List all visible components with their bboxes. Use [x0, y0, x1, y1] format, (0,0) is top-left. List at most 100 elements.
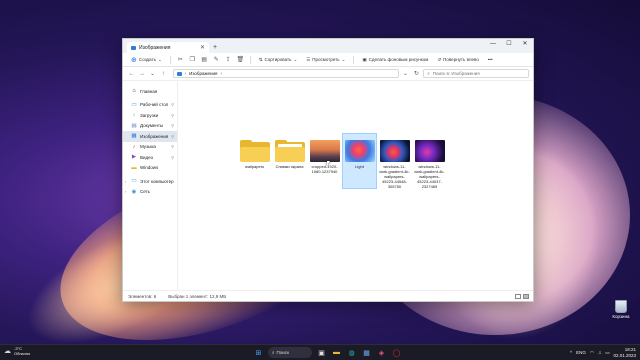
folder-icon — [274, 140, 305, 162]
view-toggle — [515, 294, 529, 299]
paste-icon[interactable]: ▤ — [200, 56, 209, 63]
new-tab-button[interactable]: + — [209, 42, 221, 53]
sidebar-item-pictures[interactable]: ▦ Изображения ⚲ — [123, 131, 177, 142]
folder-icon — [131, 45, 136, 50]
search-icon: ⌕ — [427, 71, 430, 76]
more-button[interactable]: ••• — [485, 55, 496, 65]
recent-chevron-icon[interactable]: ⌄ — [148, 70, 157, 77]
close-tab-icon[interactable]: ✕ — [200, 44, 205, 51]
sidebar-item-label: Видео — [140, 154, 154, 160]
sidebar-item-desktop[interactable]: ▭ Рабочий стол ⚲ — [123, 100, 177, 111]
taskbar-search[interactable]: ⌕ Поиск — [268, 347, 312, 358]
download-icon: ↓ — [132, 112, 136, 119]
tab-pictures[interactable]: Изображения ✕ — [127, 42, 209, 53]
language-indicator[interactable]: ENG — [576, 350, 586, 355]
forward-arrow-icon[interactable]: → — [138, 71, 147, 77]
file-item-image[interactable]: windows-11-dark-gradient-4k-wallpapers-4… — [378, 134, 411, 189]
dropdown-chevron-icon[interactable]: ⌄ — [401, 70, 410, 77]
sidebar-item-music[interactable]: ♪ Музыка ⚲ — [123, 142, 177, 153]
breadcrumb[interactable]: Изображения — [189, 71, 217, 76]
image-thumbnail — [379, 140, 410, 162]
tiles-view-icon[interactable] — [523, 294, 529, 299]
pictures-icon: ▦ — [131, 133, 137, 140]
start-icon[interactable]: ⊞ — [253, 347, 264, 358]
sidebar-item-label: Документы — [140, 123, 164, 129]
photos-icon[interactable]: ◈ — [376, 347, 387, 358]
file-item-folder[interactable]: Снимки экрана — [273, 134, 306, 188]
sidebar-item-label: Рабочий стол — [140, 102, 169, 108]
rotate-left-icon: ↺ — [437, 56, 442, 62]
recycle-bin-desktop-icon[interactable]: Корзина — [608, 300, 634, 319]
sidebar-item-label: Загрузки — [140, 112, 159, 118]
expand-chevron-icon[interactable]: › — [125, 189, 126, 194]
view-button[interactable]: ☰ Просмотреть ⌄ — [303, 55, 348, 65]
rename-icon[interactable]: ✎ — [212, 56, 221, 63]
close-button[interactable]: ✕ — [517, 39, 533, 50]
set-background-button[interactable]: ▣ Сделать фоновым рисунком — [359, 55, 431, 65]
store-icon[interactable]: ▦ — [361, 347, 372, 358]
sidebar-item-label: Этот компьютер — [140, 178, 174, 184]
weather-condition: Облачно — [14, 351, 31, 356]
file-item-image[interactable]: cropped-1920-1080-1237940 — [308, 134, 341, 188]
sidebar-item-label: Музыка — [140, 144, 156, 150]
pictures-icon — [176, 71, 182, 76]
expand-chevron-icon[interactable]: › — [125, 179, 126, 184]
sidebar-item-label: Сеть — [140, 189, 151, 195]
sidebar-item-video[interactable]: ▶ Видео ⚲ — [123, 152, 177, 163]
chevron-right-icon: › — [184, 70, 187, 77]
sidebar-item-downloads[interactable]: ↓ Загрузки ⚲ — [123, 110, 177, 121]
system-tray: ^ ENG ◠ ♫ ▭ 18:21 02.01.2023 — [570, 347, 636, 358]
minimize-button[interactable]: — — [485, 39, 501, 50]
volume-icon[interactable]: ♫ — [598, 350, 601, 355]
desktop-icon: ▭ — [131, 101, 137, 108]
explorer-icon[interactable]: ▬ — [331, 347, 342, 358]
wifi-icon[interactable]: ◠ — [590, 350, 594, 356]
sidebar-item-windows[interactable]: ▬ Windows — [123, 163, 177, 174]
folder-icon — [239, 140, 270, 162]
sidebar-item-label: Windows — [140, 165, 159, 171]
opera-icon[interactable]: ◯ — [391, 347, 402, 358]
refresh-icon[interactable]: ↻ — [412, 70, 422, 77]
edge-icon[interactable]: ◍ — [346, 347, 357, 358]
create-button[interactable]: ⊕ Создать ⌄ — [128, 55, 165, 65]
pin-icon: ⚲ — [171, 102, 174, 108]
pin-icon: ⚲ — [171, 133, 174, 139]
search-input[interactable] — [432, 71, 523, 76]
details-view-icon[interactable] — [515, 294, 521, 299]
image-thumbnail — [309, 140, 340, 162]
image-thumbnail — [414, 140, 445, 162]
sidebar-item-documents[interactable]: ▤ Документы ⚲ — [123, 121, 177, 132]
weather-widget[interactable]: ☁ -3°C Облачно — [4, 346, 30, 356]
clock[interactable]: 18:21 02.01.2023 — [613, 347, 636, 358]
sort-button[interactable]: ⇅ Сортировать ⌄ — [256, 55, 300, 65]
sidebar-item-home[interactable]: ⌂ Главная — [123, 86, 177, 97]
copy-icon[interactable]: ❐ — [188, 56, 197, 63]
selection-info: Выбран 1 элемент: 12,9 МБ — [168, 294, 227, 299]
documents-icon: ▤ — [131, 122, 137, 129]
rotate-left-label: Повернуть влево — [443, 57, 479, 62]
share-icon[interactable]: ⇪ — [224, 56, 233, 63]
file-item-folder[interactable]: wallpapers — [238, 134, 271, 188]
rotate-left-button[interactable]: ↺ Повернуть влево — [434, 55, 482, 65]
back-arrow-icon[interactable]: ← — [127, 71, 136, 77]
divider — [249, 55, 251, 64]
search-box[interactable]: ⌕ — [423, 69, 529, 78]
task-view-icon[interactable]: ▣ — [316, 347, 327, 358]
title-bar: Изображения ✕ + — ☐ ✕ — [123, 39, 533, 53]
pin-icon: ⚲ — [171, 123, 174, 129]
file-item-image[interactable]: windows-11-dark-gradient-4k-wallpapers-4… — [413, 134, 446, 189]
cut-icon[interactable]: ✂ — [176, 56, 185, 63]
command-bar: ⊕ Создать ⌄ ✂ ❐ ▤ ✎ ⇪ 🗑 ⇅ Сортировать ⌄ … — [123, 53, 533, 67]
taskbar-search-label: Поиск — [276, 350, 290, 355]
chevron-up-icon[interactable]: ^ — [570, 350, 572, 355]
address-bar[interactable]: › Изображения › — [172, 69, 400, 78]
delete-icon[interactable]: 🗑 — [236, 56, 245, 63]
file-name: cropped-1920-1080-1237940 — [311, 164, 338, 174]
sidebar-item-network[interactable]: › ◉ Сеть — [123, 187, 177, 198]
recycle-bin-label: Корзина — [612, 314, 630, 319]
maximize-button[interactable]: ☐ — [501, 39, 517, 50]
battery-icon[interactable]: ▭ — [605, 350, 609, 356]
file-item-image-selected[interactable]: Light — [342, 133, 377, 189]
sidebar-item-this-pc[interactable]: › ▭ Этот компьютер — [123, 176, 177, 187]
up-arrow-icon[interactable]: ↑ — [159, 71, 168, 77]
